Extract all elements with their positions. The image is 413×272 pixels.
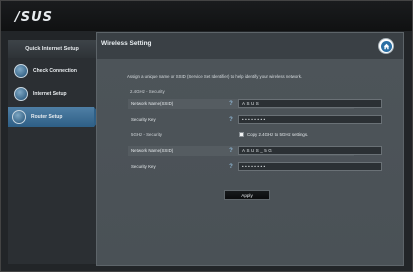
help-icon[interactable]: ? (228, 163, 234, 171)
step-globe-icon (14, 64, 28, 78)
sidebar-item-router-setup[interactable]: Router Setup (8, 107, 102, 127)
security-key-input-5ghz[interactable]: •••••••• (238, 162, 382, 171)
ssid-row-5ghz: Network Name(SSID) ? ASUS_5G (128, 146, 382, 156)
apply-button[interactable]: Apply (224, 190, 270, 200)
help-icon[interactable]: ? (228, 116, 234, 124)
copy-settings-checkbox[interactable] (239, 132, 244, 137)
instruction-text: Assign a unique name or SSID (Service Se… (127, 74, 303, 79)
ssid-label: Network Name(SSID) (131, 101, 174, 106)
asus-logo: /SUS (15, 10, 54, 25)
security-key-label: Security Key (131, 117, 156, 122)
step-globe-icon (14, 87, 28, 101)
sidebar-item-internet-setup[interactable]: Internet Setup (10, 84, 96, 104)
main-panel: Wireless Setting Assign a unique name or… (96, 32, 404, 266)
home-icon (380, 40, 392, 52)
section-heading-24ghz: 2.4GHz - Security (130, 89, 165, 94)
key-row-5ghz: Security Key ? •••••••• (128, 162, 382, 172)
sidebar-item-label: Internet Setup (33, 91, 67, 97)
copy-settings-row: 5GHz - Security Copy 2.4GHz to 5GHz sett… (128, 130, 354, 140)
ssid-input-24ghz[interactable]: ASUS (238, 99, 382, 108)
security-key-label: Security Key (131, 164, 156, 169)
copy-settings-label: Copy 2.4GHz to 5GHz settings. (247, 132, 309, 137)
ssid-label: Network Name(SSID) (131, 148, 174, 153)
top-bar: /SUS (1, 1, 412, 31)
sidebar-title: Quick Internet Setup (8, 40, 96, 58)
key-row-24ghz: Security Key ? •••••••• (128, 115, 382, 125)
page-title: Wireless Setting (101, 40, 152, 47)
help-icon[interactable]: ? (228, 147, 234, 155)
home-button[interactable] (378, 38, 394, 54)
ssid-row-24ghz: Network Name(SSID) ? ASUS (128, 99, 382, 109)
section-heading-5ghz: 5GHz - Security (131, 132, 162, 137)
help-icon[interactable]: ? (228, 100, 234, 108)
security-key-input-24ghz[interactable]: •••••••• (238, 115, 382, 124)
step-globe-icon (12, 110, 26, 124)
sidebar-item-check-connection[interactable]: Check Connection (10, 61, 96, 81)
ssid-input-5ghz[interactable]: ASUS_5G (238, 146, 382, 155)
sidebar-item-label: Check Connection (33, 68, 77, 74)
sidebar-item-label: Router Setup (31, 114, 63, 120)
